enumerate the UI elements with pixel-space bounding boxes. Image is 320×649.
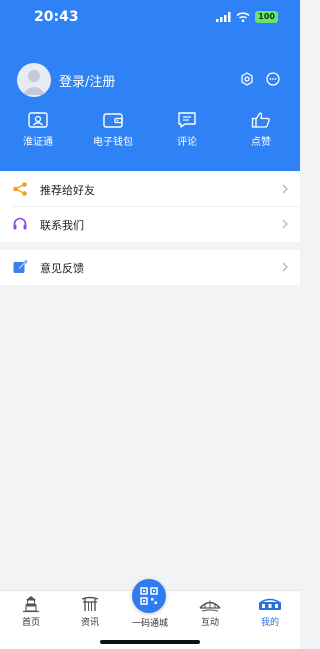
tab-label: 资讯: [80, 618, 99, 628]
quick-action-wallet[interactable]: 电子钱包: [81, 111, 145, 148]
id-card-icon: [28, 112, 48, 128]
feedback-icon: [13, 260, 28, 273]
status-icons: 100: [216, 11, 278, 23]
gate-icon: [81, 596, 99, 611]
chevron-right-icon: [282, 184, 288, 194]
message-icon[interactable]: [266, 72, 280, 86]
quick-action-label: 点赞: [251, 137, 271, 148]
menu-item-label: 推荐给好友: [40, 184, 95, 197]
wallet-icon: [103, 113, 123, 128]
share-icon: [13, 182, 27, 196]
user-icon: [22, 70, 46, 95]
header-actions: [240, 72, 280, 86]
tab-label: 互动: [200, 618, 219, 628]
quick-action-label: 电子钱包: [93, 137, 133, 148]
quick-action-id-card[interactable]: 淮证通: [6, 111, 70, 148]
menu-item-recommend-friends[interactable]: 推荐给好友: [0, 172, 300, 207]
menu-group-primary: 推荐给好友 联系我们: [0, 172, 300, 242]
login-register-link[interactable]: 登录/注册: [59, 71, 115, 90]
quick-actions: 淮证通 电子钱包 评论 点赞: [0, 111, 300, 151]
tab-home[interactable]: 首页: [6, 591, 56, 628]
pagoda-icon: [23, 596, 39, 613]
scan-code-button[interactable]: [132, 579, 166, 613]
tab-news[interactable]: 资讯: [65, 591, 115, 628]
profile-header: 20:43 100 登录/注册 淮证通 电子钱包 评论 点赞: [0, 0, 300, 171]
menu-item-contact-us[interactable]: 联系我们: [0, 207, 300, 242]
login-entry[interactable]: 登录/注册: [17, 63, 115, 97]
status-time: 20:43: [34, 9, 79, 25]
building-icon: [259, 598, 281, 610]
menu-item-label: 联系我们: [40, 219, 84, 232]
menu-item-feedback[interactable]: 意见反馈: [0, 250, 300, 285]
menu-item-label: 意见反馈: [40, 262, 84, 275]
tab-label: 首页: [21, 618, 40, 628]
tab-mine[interactable]: 我的: [245, 591, 295, 628]
battery-indicator: 100: [255, 11, 278, 23]
menu-group-secondary: 意见反馈: [0, 250, 300, 285]
status-bar: 20:43 100: [0, 0, 300, 32]
chevron-right-icon: [282, 219, 288, 229]
quick-action-comment[interactable]: 评论: [155, 111, 219, 148]
bridge-icon: [199, 600, 221, 612]
quick-action-like[interactable]: 点赞: [229, 111, 293, 148]
settings-icon[interactable]: [240, 72, 254, 86]
quick-action-label: 淮证通: [23, 137, 53, 148]
qr-code-icon: [140, 587, 158, 605]
tab-label: 我的: [260, 618, 279, 628]
avatar[interactable]: [17, 63, 51, 97]
signal-icon: [216, 12, 231, 22]
quick-action-label: 评论: [177, 137, 197, 148]
tab-interact[interactable]: 互动: [185, 591, 235, 628]
chevron-right-icon: [282, 262, 288, 272]
thumbs-up-icon: [251, 112, 270, 128]
comment-icon: [178, 112, 196, 128]
tab-label[interactable]: 一码通城: [128, 616, 172, 629]
home-indicator: [100, 640, 200, 644]
headset-icon: [13, 217, 27, 230]
wifi-icon: [236, 12, 250, 22]
